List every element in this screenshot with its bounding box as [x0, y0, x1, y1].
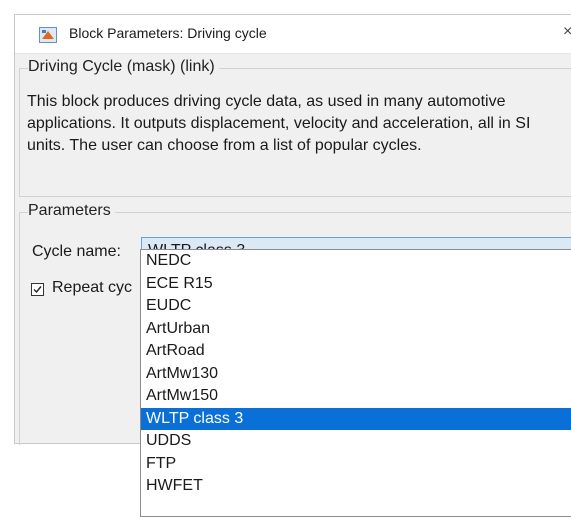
title-bar[interactable]: Block Parameters: Driving cycle × [15, 15, 571, 54]
parameters-group-border-left [19, 212, 20, 445]
description-group-border-left [19, 68, 20, 196]
simulink-block-icon [39, 27, 57, 43]
cycle-name-label: Cycle name: [32, 243, 121, 260]
dropdown-option-ece-r15[interactable]: ECE R15 [141, 273, 571, 296]
parameters-group-title: Parameters [28, 202, 115, 220]
dropdown-option-nedc[interactable]: NEDC [141, 250, 571, 273]
window-title: Block Parameters: Driving cycle [69, 25, 267, 41]
repeat-cycle-label[interactable]: Repeat cyc [52, 279, 140, 297]
dropdown-option-ftp[interactable]: FTP [141, 453, 571, 476]
description-group-title: Driving Cycle (mask) (link) [28, 58, 219, 76]
block-description: This block produces driving cycle data, … [27, 93, 531, 154]
dropdown-option-artmw150[interactable]: ArtMw150 [141, 385, 571, 408]
dropdown-option-arturban[interactable]: ArtUrban [141, 318, 571, 341]
cycle-name-dropdown-list[interactable]: NEDC ECE R15 EUDC ArtUrban ArtRoad ArtMw… [140, 249, 571, 517]
repeat-cycle-checkbox[interactable] [31, 283, 44, 296]
close-icon[interactable]: × [563, 23, 571, 41]
dropdown-option-artmw130[interactable]: ArtMw130 [141, 363, 571, 386]
dropdown-option-wltp-class-3[interactable]: WLTP class 3 [141, 407, 571, 430]
dropdown-option-udds[interactable]: UDDS [141, 430, 571, 453]
dropdown-option-eudc[interactable]: EUDC [141, 295, 571, 318]
check-icon [33, 286, 42, 294]
description-group-border-bottom [19, 196, 571, 197]
dropdown-option-hwfet[interactable]: HWFET [141, 475, 571, 498]
dropdown-option-artroad[interactable]: ArtRoad [141, 340, 571, 363]
